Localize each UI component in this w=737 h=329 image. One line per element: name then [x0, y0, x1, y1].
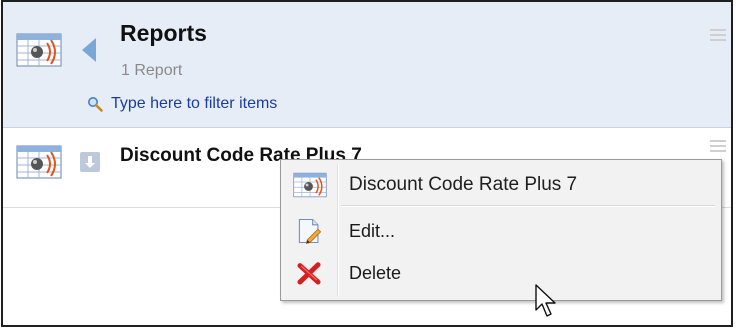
- report-count: 1 Report: [121, 62, 183, 79]
- report-icon: [293, 172, 327, 198]
- reports-header: Reports 1 Report: [3, 2, 731, 128]
- drag-handle-icon[interactable]: [710, 140, 726, 152]
- delete-x-icon: [297, 262, 321, 285]
- context-menu: Discount Code Rate Plus 7 Edit... Delete: [280, 159, 722, 301]
- delete-menu-label[interactable]: Delete: [349, 263, 401, 284]
- mouse-cursor-icon: [535, 284, 556, 317]
- context-menu-header: Discount Code Rate Plus 7: [283, 166, 719, 204]
- context-menu-title: Discount Code Rate Plus 7: [349, 174, 578, 195]
- filter-row[interactable]: [87, 94, 391, 114]
- report-icon: [16, 145, 62, 179]
- search-icon: [88, 97, 103, 112]
- edit-menu-item[interactable]: Edit...: [283, 212, 719, 250]
- expand-arrow-icon[interactable]: [80, 152, 100, 172]
- edit-menu-label[interactable]: Edit...: [349, 221, 395, 242]
- back-arrow-icon[interactable]: [82, 38, 96, 62]
- report-icon: [16, 33, 62, 67]
- filter-input[interactable]: [111, 95, 391, 113]
- edit-document-icon: [298, 219, 322, 244]
- delete-menu-item[interactable]: Delete: [283, 254, 719, 292]
- drag-handle-icon[interactable]: [710, 29, 726, 41]
- page-title: Reports: [120, 20, 207, 46]
- reports-panel: Reports 1 Report Type here to filter ite…: [1, 0, 733, 327]
- menu-separator: [341, 205, 715, 207]
